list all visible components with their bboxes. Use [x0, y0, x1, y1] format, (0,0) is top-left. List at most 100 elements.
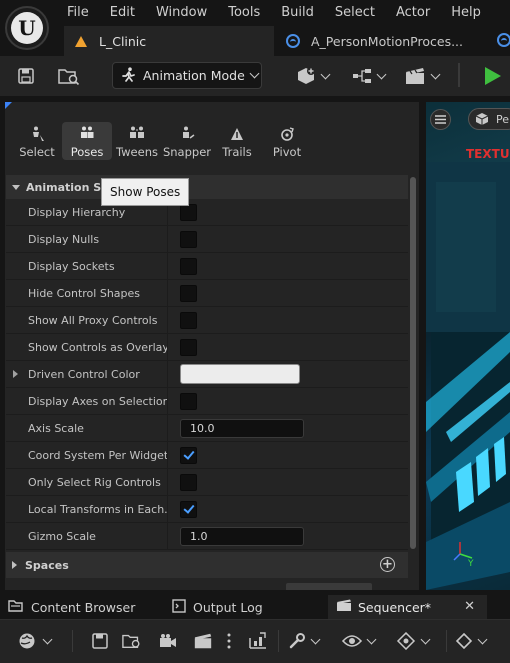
poses-icon [81, 126, 94, 138]
browse-icon[interactable] [56, 63, 82, 89]
collapse-arrow-icon [12, 184, 20, 190]
section-header-animation-settings[interactable]: Animation Set [6, 175, 408, 199]
toolbar-divider [72, 630, 73, 652]
property-value [168, 199, 408, 225]
local-transforms-in-each-checkbox[interactable] [180, 500, 197, 518]
property-row-axis-scale: Axis Scale 10.0 [6, 415, 408, 442]
property-value [168, 361, 408, 387]
tool-pivot[interactable]: Pivot [262, 122, 312, 160]
tab-blueprint[interactable]: A_PersonMotionProces... [280, 26, 510, 56]
only-select-rig-controls-checkbox[interactable] [180, 473, 197, 491]
section-header-spaces[interactable]: Spaces + [6, 552, 408, 578]
cinematics-button[interactable] [400, 63, 442, 89]
mode-dropdown[interactable]: Animation Mode [112, 62, 262, 89]
menu-item-window[interactable]: Window [155, 3, 218, 21]
menu-item-actor[interactable]: Actor [395, 3, 441, 21]
menu-item-select[interactable]: Select [334, 3, 386, 21]
display-axes-on-selection-checkbox[interactable] [180, 392, 197, 410]
tab-level[interactable]: L_Clinic [64, 26, 274, 56]
property-row-display-axes-on-selection: Display Axes on Selection [6, 388, 408, 415]
keyframe-icon[interactable] [455, 630, 488, 652]
show-controls-as-overlay-checkbox[interactable] [180, 338, 197, 356]
property-label-text: Local Transforms in Each... [28, 502, 167, 516]
menu-item-help[interactable]: Help [450, 3, 492, 21]
tab-level-label: L_Clinic [99, 33, 147, 49]
browse-icon[interactable] [122, 630, 142, 652]
tab-content-browser-label: Content Browser [31, 599, 136, 615]
display-hierarchy-checkbox[interactable] [180, 203, 197, 221]
property-label: Only Select Rig Controls [6, 469, 167, 495]
viewport-scene: Y [426, 162, 510, 590]
eye-icon[interactable] [342, 630, 377, 652]
property-label: Gizmo Scale [6, 523, 167, 549]
blueprint-menu-button[interactable] [347, 63, 389, 89]
clapperboard-icon[interactable] [193, 630, 213, 652]
transform-icon[interactable] [248, 630, 268, 652]
tab-output-log-label: Output Log [193, 599, 263, 615]
tool-pivot-label: Pivot [272, 145, 302, 159]
level-viewport[interactable]: Y Pe TEXTUR [426, 102, 510, 590]
tool-select-label: Select [19, 145, 55, 159]
perspective-label: Pe [496, 112, 510, 126]
coord-system-per-widget-checkbox[interactable] [180, 446, 197, 464]
main-toolbar: Animation Mode [0, 56, 510, 96]
details-scrollbar[interactable] [410, 177, 416, 549]
blueprint-icon[interactable] [497, 33, 510, 47]
property-rows: Display Hierarchy Display Nulls Display So… [6, 199, 408, 550]
property-row-local-transforms-in-each: Local Transforms in Each... [6, 496, 408, 523]
property-row-display-sockets: Display Sockets [6, 253, 408, 280]
property-row-driven-control-color: Driven Control Color [6, 361, 408, 388]
sequencer-icon [336, 599, 352, 615]
display-sockets-checkbox[interactable] [180, 257, 197, 275]
close-icon[interactable]: ✕ [464, 599, 475, 614]
property-label-text: Show All Proxy Controls [28, 313, 158, 327]
gizmo-scale-field[interactable]: 1.0 [180, 526, 304, 546]
save-icon[interactable] [14, 63, 38, 89]
perspective-button[interactable]: Pe [468, 108, 510, 130]
menu-item-edit[interactable]: Edit [109, 3, 146, 21]
world-icon[interactable] [18, 630, 53, 652]
tool-trails[interactable]: Trails [212, 122, 262, 160]
more-options-icon[interactable] [227, 630, 231, 652]
running-man-icon [121, 66, 136, 85]
snap-icon[interactable] [396, 630, 431, 652]
mode-dropdown-label: Animation Mode [143, 68, 245, 83]
camera-icon[interactable] [159, 630, 177, 652]
snapper-icon [183, 126, 195, 139]
property-row-show-all-proxy-controls: Show All Proxy Controls [6, 307, 408, 334]
viewport-menu-icon[interactable] [430, 109, 451, 130]
wrench-icon[interactable] [288, 630, 321, 652]
toolbar-divider [458, 63, 460, 87]
svg-text:Y: Y [467, 559, 474, 569]
axis-scale-field[interactable]: 10.0 [180, 418, 304, 438]
panel-bottom-control [286, 583, 372, 590]
tab-content-browser[interactable]: Content Browser [8, 595, 135, 619]
property-value [168, 334, 408, 360]
hide-control-shapes-checkbox[interactable] [180, 284, 197, 302]
tool-select[interactable]: Select [12, 122, 62, 160]
property-value: 10.0 [168, 415, 408, 441]
tab-sequencer[interactable]: Sequencer* ✕ [328, 595, 487, 619]
tool-trails-label: Trails [222, 145, 252, 159]
add-actor-button[interactable] [292, 63, 332, 89]
tool-tweens[interactable]: Tweens [112, 122, 162, 160]
tool-poses[interactable]: Poses [62, 122, 112, 160]
property-value [168, 307, 408, 333]
add-space-icon[interactable]: + [380, 557, 395, 572]
display-nulls-checkbox[interactable] [180, 230, 197, 248]
driven-control-color-swatch[interactable] [180, 364, 300, 384]
property-row-display-nulls: Display Nulls [6, 226, 408, 253]
menu-item-build[interactable]: Build [280, 3, 325, 21]
play-button[interactable] [475, 58, 510, 94]
property-label-text: Axis Scale [28, 421, 84, 435]
show-all-proxy-controls-checkbox[interactable] [180, 311, 197, 329]
toolbar-divider [446, 630, 447, 652]
menu-item-file[interactable]: File [66, 3, 100, 21]
unreal-logo-icon[interactable]: U [5, 6, 49, 50]
tool-snapper[interactable]: Snapper [162, 122, 212, 160]
tab-output-log[interactable]: Output Log [172, 595, 263, 619]
save-icon[interactable] [92, 630, 108, 652]
property-label: Show Controls as Overlay [6, 334, 167, 360]
expand-arrow-icon[interactable] [13, 370, 18, 378]
menu-item-tools[interactable]: Tools [227, 3, 271, 21]
